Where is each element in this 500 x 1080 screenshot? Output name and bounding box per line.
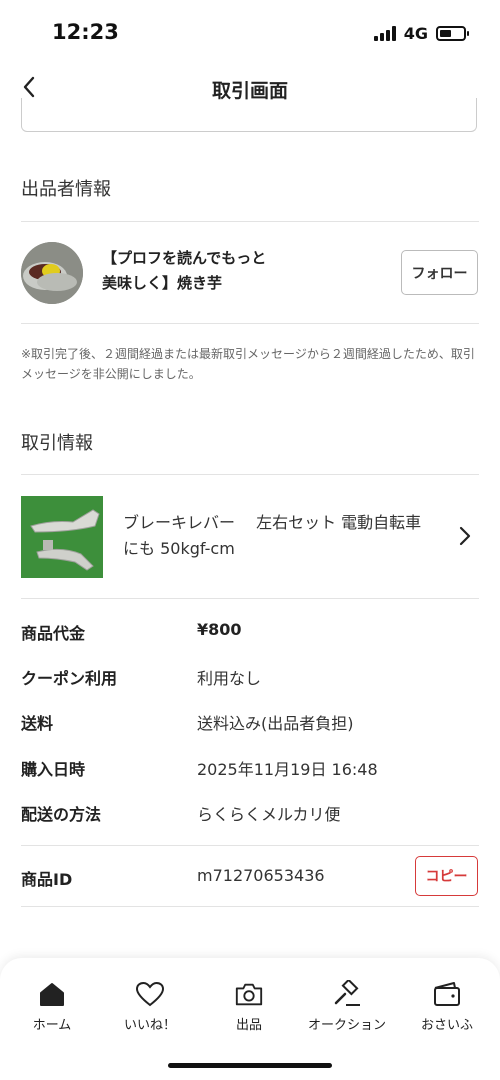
divider: [21, 906, 479, 907]
coupon-value: 利用なし: [197, 669, 262, 688]
item-id-label: 商品ID: [21, 870, 73, 889]
follow-button[interactable]: フォロー: [401, 250, 478, 295]
tab-likes[interactable]: いいね！: [102, 980, 198, 1040]
seller-name-line1: 【プロフを読んでもっと: [102, 249, 267, 267]
purchase-date-row: 購入日時 2025年11月19日 16:48: [21, 756, 479, 782]
product-name[interactable]: ブレーキレバー 左右セット 電動自転車にも 50kgf-cm: [123, 510, 433, 562]
tab-auction-label: オークション: [307, 1018, 386, 1033]
tab-home[interactable]: ホーム: [4, 980, 100, 1040]
purchase-date-value: 2025年11月19日 16:48: [197, 760, 378, 779]
item-id-value: m71270653436: [197, 866, 325, 885]
shipping-method-label: 配送の方法: [21, 805, 102, 824]
tab-wallet[interactable]: おさいふ: [399, 980, 495, 1040]
coupon-row: クーポン利用 利用なし: [21, 665, 479, 691]
camera-icon: [234, 980, 264, 1008]
price-value: ¥800: [197, 620, 242, 639]
chevron-right-icon[interactable]: [455, 525, 475, 547]
tab-sell[interactable]: 出品: [201, 980, 297, 1040]
sweet-potato-image: [21, 242, 83, 304]
product-thumbnail[interactable]: [21, 496, 103, 578]
divider: [21, 598, 479, 599]
tab-home-label: ホーム: [32, 1018, 72, 1033]
purchase-date-label: 購入日時: [21, 760, 86, 779]
seller-section-title: 出品者情報: [21, 179, 111, 200]
home-indicator: [168, 1063, 332, 1068]
status-bar: 12:23 4G: [0, 0, 500, 62]
tab-wallet-label: おさいふ: [420, 1018, 473, 1033]
battery-icon: [436, 26, 469, 41]
shipping-fee-label: 送料: [21, 714, 54, 733]
wallet-icon: [432, 980, 462, 1008]
price-label: 商品代金: [21, 624, 86, 643]
price-row: 商品代金 ¥800: [21, 620, 479, 646]
seller-name-line2: 美味しく】焼き芋: [102, 274, 223, 292]
shipping-fee-value: 送料込み(出品者負担): [197, 714, 354, 733]
seller-name[interactable]: 【プロフを読んでもっと 美味しく】焼き芋: [102, 246, 302, 296]
seller-avatar[interactable]: [21, 242, 83, 304]
shipping-method-value: らくらくメルカリ便: [197, 805, 341, 824]
copy-button[interactable]: コピー: [415, 856, 478, 896]
network-type: 4G: [403, 24, 428, 43]
status-indicators: 4G: [373, 24, 469, 43]
message-hidden-notice: ※取引完了後、２週間経過または最新取引メッセージから２週間経過したため、取引メッ…: [21, 347, 475, 381]
item-id-row: 商品ID m71270653436: [21, 866, 479, 892]
home-icon: [37, 980, 67, 1008]
tab-auction[interactable]: オークション: [299, 980, 395, 1040]
gavel-icon: [332, 980, 362, 1008]
tab-likes-label: いいね！: [123, 1018, 176, 1033]
brake-lever-image: [21, 496, 103, 578]
tab-sell-label: 出品: [235, 1018, 262, 1033]
divider: [21, 845, 479, 846]
divider: [21, 474, 479, 475]
divider: [21, 221, 479, 222]
shipping-method-row: 配送の方法 らくらくメルカリ便: [21, 801, 479, 827]
coupon-label: クーポン利用: [21, 669, 118, 688]
message-box-partial: [21, 98, 477, 132]
bottom-tab-bar: ホーム いいね！ 出品 オークション おさいふ: [0, 958, 500, 1080]
status-time: 12:23: [52, 20, 119, 44]
heart-icon: [135, 980, 165, 1008]
signal-icon: [373, 26, 396, 41]
divider: [21, 323, 479, 324]
transaction-section-title: 取引情報: [21, 433, 93, 454]
shipping-fee-row: 送料 送料込み(出品者負担): [21, 710, 479, 736]
